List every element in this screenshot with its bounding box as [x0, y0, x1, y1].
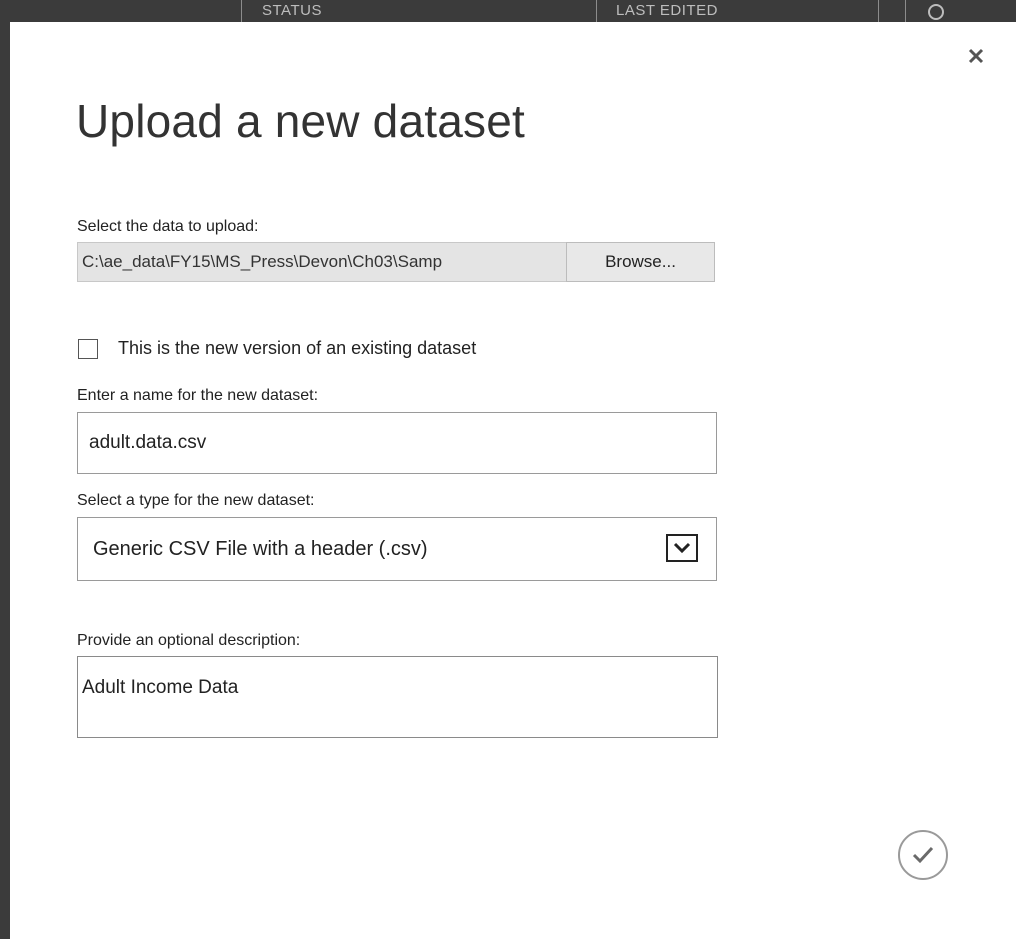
column-separator — [241, 0, 242, 22]
close-button[interactable] — [964, 44, 988, 68]
close-icon — [968, 48, 984, 64]
checkmark-icon — [912, 846, 934, 864]
dataset-type-selected-value: Generic CSV File with a header (.csv) — [93, 538, 428, 560]
confirm-button[interactable] — [898, 830, 948, 880]
chevron-down-icon — [673, 542, 691, 554]
dropdown-arrow-button[interactable] — [666, 534, 698, 562]
file-select-label: Select the data to upload: — [77, 218, 259, 235]
description-label: Provide an optional description: — [77, 632, 301, 649]
search-icon — [928, 4, 944, 20]
screen: STATUS LAST EDITED Upload a new dataset … — [0, 0, 1016, 939]
dataset-type-label: Select a type for the new dataset: — [77, 492, 315, 509]
dialog-title: Upload a new dataset — [76, 95, 525, 147]
dataset-name-label: Enter a name for the new dataset: — [77, 387, 319, 404]
background-column-last-edited: LAST EDITED — [616, 2, 718, 19]
upload-dataset-dialog: Upload a new dataset Select the data to … — [14, 22, 1016, 939]
dataset-type-select[interactable]: Generic CSV File with a header (.csv) — [77, 517, 717, 581]
background-table-header: STATUS LAST EDITED — [0, 0, 1016, 22]
dataset-name-input[interactable]: adult.data.csv — [77, 412, 717, 474]
new-version-checkbox[interactable] — [78, 339, 98, 359]
description-value: Adult Income Data — [82, 677, 239, 698]
dataset-name-value: adult.data.csv — [89, 432, 207, 453]
description-input[interactable]: Adult Income Data — [77, 656, 718, 738]
column-separator — [596, 0, 597, 22]
file-path-field[interactable]: C:\ae_data\FY15\MS_Press\Devon\Ch03\Samp — [77, 242, 567, 282]
background-left-edge — [0, 0, 10, 939]
background-column-status: STATUS — [262, 2, 322, 19]
column-separator — [878, 0, 879, 22]
column-separator — [905, 0, 906, 22]
browse-button[interactable]: Browse... — [566, 242, 715, 282]
new-version-checkbox-label[interactable]: This is the new version of an existing d… — [118, 338, 476, 359]
